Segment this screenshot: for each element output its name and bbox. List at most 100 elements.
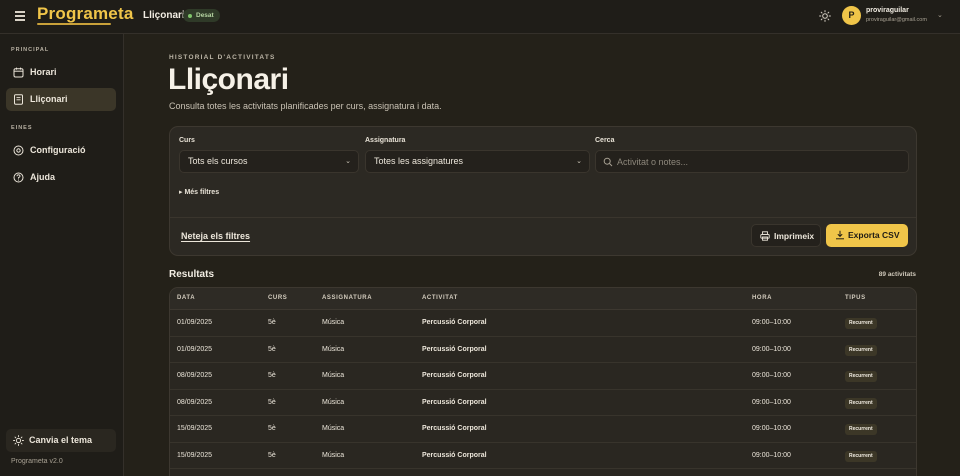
- type-tag: Recurrent: [845, 424, 877, 435]
- results-title: Resultats: [169, 269, 215, 280]
- search-placeholder: Activitat o notes...: [617, 157, 689, 167]
- status-dot-icon: [188, 13, 192, 18]
- cell-activity: Percussió Corporal: [422, 319, 487, 326]
- type-tag: Recurrent: [845, 397, 877, 409]
- course-select[interactable]: Tots els cursos ⌄: [179, 150, 359, 173]
- sidebar-item-horari[interactable]: Horari: [6, 61, 116, 84]
- cell-time: 09:00–10:00: [752, 345, 791, 353]
- cell-subject: Música: [322, 372, 345, 379]
- app-version: Programeta v2.0: [11, 458, 63, 465]
- cell-time: 09:00–10:00: [752, 372, 791, 379]
- sidebar-item-label: Lliçonari: [30, 94, 68, 104]
- sidebar-item-label: Configuració: [30, 145, 86, 155]
- cell-time: 09:00–10:00: [752, 451, 791, 459]
- menu-icon[interactable]: [15, 11, 25, 21]
- help-icon: [13, 172, 24, 183]
- table-row[interactable]: 08/09/2025 5è Música Percussió Corporal …: [170, 390, 916, 416]
- table-header: DATA CURS ASSIGNATURA ACTIVITAT HORA TIP…: [170, 288, 916, 310]
- course-select-value: Tots els cursos: [188, 156, 248, 166]
- cell-course: 5è: [268, 451, 276, 459]
- table-row[interactable]: 08/09/2025 5è Música Percussió Corporal …: [170, 363, 916, 390]
- print-button-label: Imprimeix: [774, 231, 815, 241]
- cell-course: 5è: [268, 425, 276, 432]
- status-badge-label: Desat: [196, 12, 214, 19]
- current-page-name: Lliçonari: [143, 10, 185, 21]
- change-theme-label: Canvia el tema: [29, 435, 93, 445]
- theme-sun-icon[interactable]: [819, 10, 831, 22]
- cell-time: 09:00–10:00: [752, 425, 791, 432]
- clear-filters-link[interactable]: Neteja els filtres: [181, 231, 250, 241]
- cell-course: 5è: [268, 345, 276, 353]
- cell-date: 08/09/2025: [177, 372, 213, 379]
- top-bar: Programeta Lliçonari Desat P proviraguil…: [0, 0, 960, 34]
- cell-date: 15/09/2025: [177, 425, 213, 432]
- notebook-icon: [14, 94, 23, 105]
- cell-activity: Percussió Corporal: [422, 425, 487, 432]
- subject-select-value: Totes les assignatures: [374, 156, 464, 166]
- sidebar-item-configuracio[interactable]: Configuració: [6, 139, 116, 162]
- search-input[interactable]: Activitat o notes...: [595, 150, 909, 173]
- export-csv-label: Exporta CSV: [848, 230, 900, 240]
- cell-subject: Música: [322, 345, 345, 353]
- cell-activity: Percussió Corporal: [422, 398, 487, 406]
- sun-icon: [13, 435, 24, 446]
- cell-activity: Percussió Corporal: [422, 451, 487, 459]
- type-tag: Recurrent: [845, 371, 877, 382]
- subject-filter-label: Assignatura: [365, 137, 406, 144]
- table-row[interactable]: 01/09/2025 5è Música Percussió Corporal …: [170, 310, 916, 337]
- change-theme-button[interactable]: Canvia el tema: [6, 429, 116, 452]
- sidebar-item-lliconari[interactable]: Lliçonari: [6, 88, 116, 111]
- sidebar: PRINCIPAL Horari Lliçonari EINES Configu…: [0, 34, 124, 476]
- print-button[interactable]: Imprimeix: [751, 224, 821, 247]
- chevron-down-icon[interactable]: ⌄: [937, 11, 943, 19]
- printer-icon: [760, 231, 770, 241]
- more-filters-toggle[interactable]: ▸ Més filtres: [179, 188, 219, 196]
- search-label: Cerca: [595, 137, 615, 144]
- calendar-icon: [13, 67, 24, 78]
- type-tag: Recurrent: [845, 318, 877, 329]
- settings-icon: [13, 145, 24, 156]
- cell-subject: Música: [322, 319, 345, 326]
- cell-date: 15/09/2025: [177, 451, 213, 459]
- export-csv-button[interactable]: Exporta CSV: [826, 224, 908, 247]
- filters-divider: [170, 217, 916, 218]
- logo-underline: [37, 23, 111, 25]
- column-header-time[interactable]: HORA: [752, 295, 772, 301]
- table-row[interactable]: 01/09/2025 5è Música Percussió Corporal …: [170, 337, 916, 363]
- cell-time: 09:00–10:00: [752, 319, 791, 326]
- cell-subject: Música: [322, 451, 345, 459]
- page-subtitle: Consulta totes les activitats planificad…: [169, 101, 442, 111]
- table-row[interactable]: 15/09/2025 5è Música Percussió Corporal …: [170, 416, 916, 443]
- user-name[interactable]: proviraguilar: [866, 7, 909, 14]
- page-title: Lliçonari: [168, 63, 289, 96]
- cell-course: 5è: [268, 398, 276, 406]
- cell-date: 08/09/2025: [177, 398, 213, 406]
- sidebar-item-ajuda[interactable]: Ajuda: [6, 166, 116, 189]
- cell-date: 01/09/2025: [177, 319, 213, 326]
- sidebar-item-label: Horari: [30, 67, 57, 77]
- column-header-activity[interactable]: ACTIVITAT: [422, 295, 458, 301]
- cell-subject: Música: [322, 398, 345, 406]
- column-header-type[interactable]: TIPUS: [845, 295, 866, 301]
- download-icon: [836, 230, 844, 240]
- cell-activity: Percussió Corporal: [422, 372, 487, 379]
- sidebar-section-eines: EINES: [11, 125, 33, 131]
- type-tag: Recurrent: [845, 450, 877, 462]
- cell-subject: Música: [322, 425, 345, 432]
- course-filter-label: Curs: [179, 137, 195, 144]
- avatar[interactable]: P: [842, 6, 861, 25]
- subject-select[interactable]: Totes les assignatures ⌄: [365, 150, 590, 173]
- table-row[interactable]: 15/09/2025 5è Música Percussió Corporal …: [170, 443, 916, 469]
- cell-date: 01/09/2025: [177, 345, 213, 353]
- column-header-subject[interactable]: ASSIGNATURA: [322, 295, 372, 301]
- app-logo[interactable]: Programeta: [37, 4, 133, 24]
- results-table: DATA CURS ASSIGNATURA ACTIVITAT HORA TIP…: [169, 287, 917, 476]
- column-header-date[interactable]: DATA: [177, 295, 195, 301]
- chevron-down-icon: ⌄: [576, 158, 582, 165]
- column-header-course[interactable]: CURS: [268, 295, 287, 301]
- sidebar-section-principal: PRINCIPAL: [11, 47, 50, 53]
- sidebar-item-label: Ajuda: [30, 172, 56, 182]
- filters-panel: Curs Tots els cursos ⌄ Assignatura Totes…: [169, 126, 917, 256]
- cell-course: 5è: [268, 319, 276, 326]
- user-email: proviraguilar@gmail.com: [866, 17, 927, 23]
